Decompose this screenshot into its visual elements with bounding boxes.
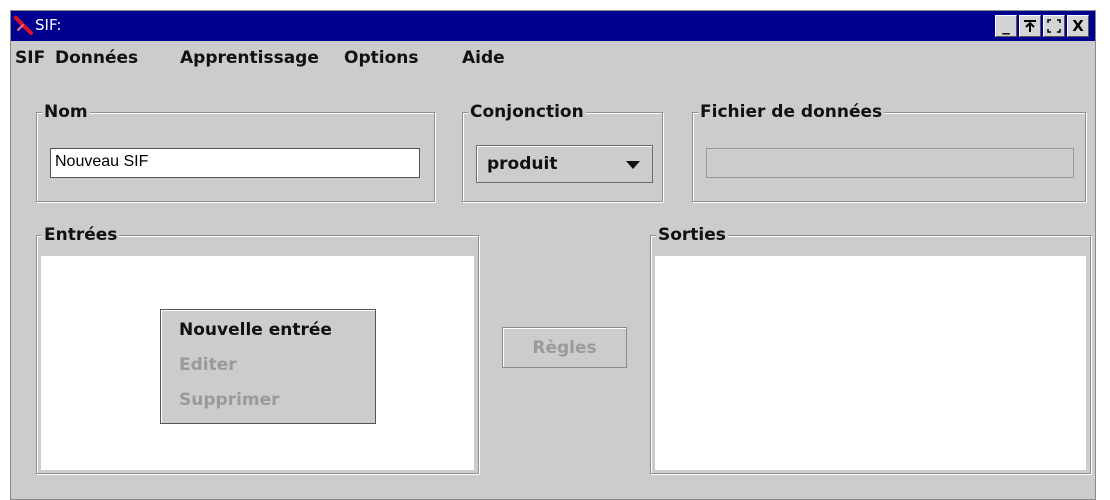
maximize-button[interactable] xyxy=(1019,15,1041,37)
window-title: SIF: xyxy=(35,16,62,34)
nom-label: Nom xyxy=(42,102,90,122)
sorties-label: Sorties xyxy=(656,225,728,245)
entrees-group: Entrées Nouvelle entrée Editer Supprimer xyxy=(36,225,479,474)
sorties-group: Sorties xyxy=(650,225,1091,474)
fichier-label: Fichier de données xyxy=(698,102,885,122)
minimize-icon: _ xyxy=(1002,16,1010,35)
entrees-context-menu: Nouvelle entrée Editer Supprimer xyxy=(160,309,376,424)
nom-group: Nom Nouveau SIF xyxy=(36,102,435,202)
main-window: SIF: _ X SIF Données Apprentissage Optio… xyxy=(10,10,1096,500)
menu-apprentissage[interactable]: Apprentissage xyxy=(180,48,319,68)
app-logo-icon xyxy=(14,16,33,35)
nom-input[interactable]: Nouveau SIF xyxy=(50,148,420,178)
regles-button[interactable]: Règles xyxy=(502,327,627,368)
entrees-label: Entrées xyxy=(42,225,120,245)
fichier-group: Fichier de données xyxy=(692,102,1086,202)
conjonction-selected: produit xyxy=(487,154,558,174)
window-controls: _ X xyxy=(993,15,1089,37)
restore-button[interactable] xyxy=(1043,15,1065,37)
close-icon: X xyxy=(1072,16,1084,35)
menu-bar: SIF Données Apprentissage Options Aide xyxy=(11,41,1095,73)
menu-donnees[interactable]: Données xyxy=(55,48,138,68)
menu-item-editer[interactable]: Editer xyxy=(179,355,237,375)
conjonction-dropdown[interactable]: produit xyxy=(476,145,653,183)
conjonction-group: Conjonction produit xyxy=(462,102,663,202)
conjonction-label: Conjonction xyxy=(468,102,586,122)
sorties-list[interactable] xyxy=(655,256,1086,470)
menu-aide[interactable]: Aide xyxy=(462,48,505,68)
menu-item-supprimer[interactable]: Supprimer xyxy=(179,390,280,410)
maximize-icon xyxy=(1024,20,1036,32)
menu-sif[interactable]: SIF xyxy=(15,48,45,68)
minimize-button[interactable]: _ xyxy=(995,15,1017,37)
resize-icon xyxy=(1047,19,1061,33)
regles-label: Règles xyxy=(532,337,597,358)
dropdown-arrow-icon xyxy=(626,161,640,169)
close-button[interactable]: X xyxy=(1067,15,1089,37)
title-bar[interactable]: SIF: _ X xyxy=(11,11,1095,41)
menu-item-nouvelle-entree[interactable]: Nouvelle entrée xyxy=(179,320,332,340)
menu-options[interactable]: Options xyxy=(344,48,418,68)
fichier-input xyxy=(706,148,1074,178)
